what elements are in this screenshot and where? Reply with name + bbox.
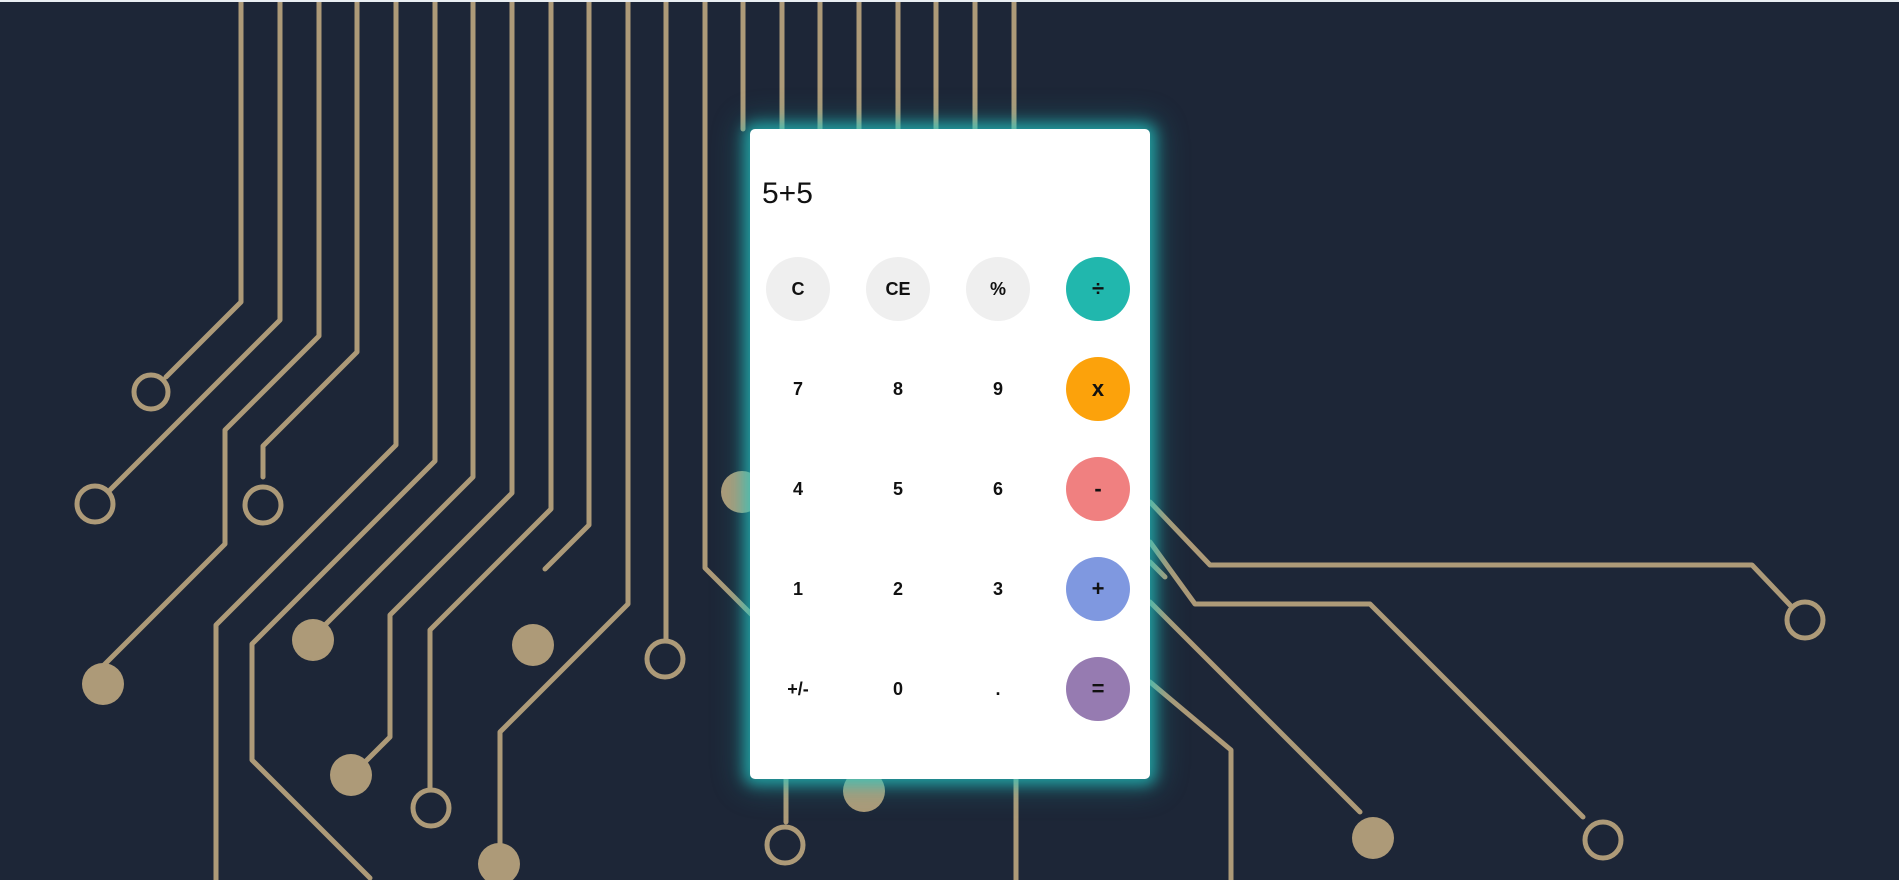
digit-9-button[interactable]: 9 (966, 357, 1030, 421)
digit-1-button[interactable]: 1 (766, 557, 830, 621)
toggle-sign-button[interactable]: +/- (766, 657, 830, 721)
page-background: 5+5 C CE% ÷ 7 8 9 x 4 5 6- 1 2 3 + +/- 0. = (0, 0, 1899, 880)
multiply-button[interactable]: x (1066, 357, 1130, 421)
digit-8-button[interactable]: 8 (866, 357, 930, 421)
calculator-panel: 5+5 C CE% ÷ 7 8 9 x 4 5 6- 1 2 3 + +/- 0. = (750, 129, 1150, 779)
digit-6-button[interactable]: 6 (966, 457, 1030, 521)
digit-4-button[interactable]: 4 (766, 457, 830, 521)
digit-5-button[interactable]: 5 (866, 457, 930, 521)
clear-button[interactable]: C (766, 257, 830, 321)
subtract-button[interactable]: - (1066, 457, 1130, 521)
digit-3-button[interactable]: 3 (966, 557, 1030, 621)
equals-button[interactable]: = (1066, 657, 1130, 721)
percent-button[interactable]: % (966, 257, 1030, 321)
clear-entry-button[interactable]: CE (866, 257, 930, 321)
digit-2-button[interactable]: 2 (866, 557, 930, 621)
calculator-display: 5+5 (762, 177, 813, 210)
divide-button[interactable]: ÷ (1066, 257, 1130, 321)
digit-0-button[interactable]: 0 (866, 657, 930, 721)
digit-7-button[interactable]: 7 (766, 357, 830, 421)
add-button[interactable]: + (1066, 557, 1130, 621)
decimal-button[interactable]: . (966, 657, 1030, 721)
